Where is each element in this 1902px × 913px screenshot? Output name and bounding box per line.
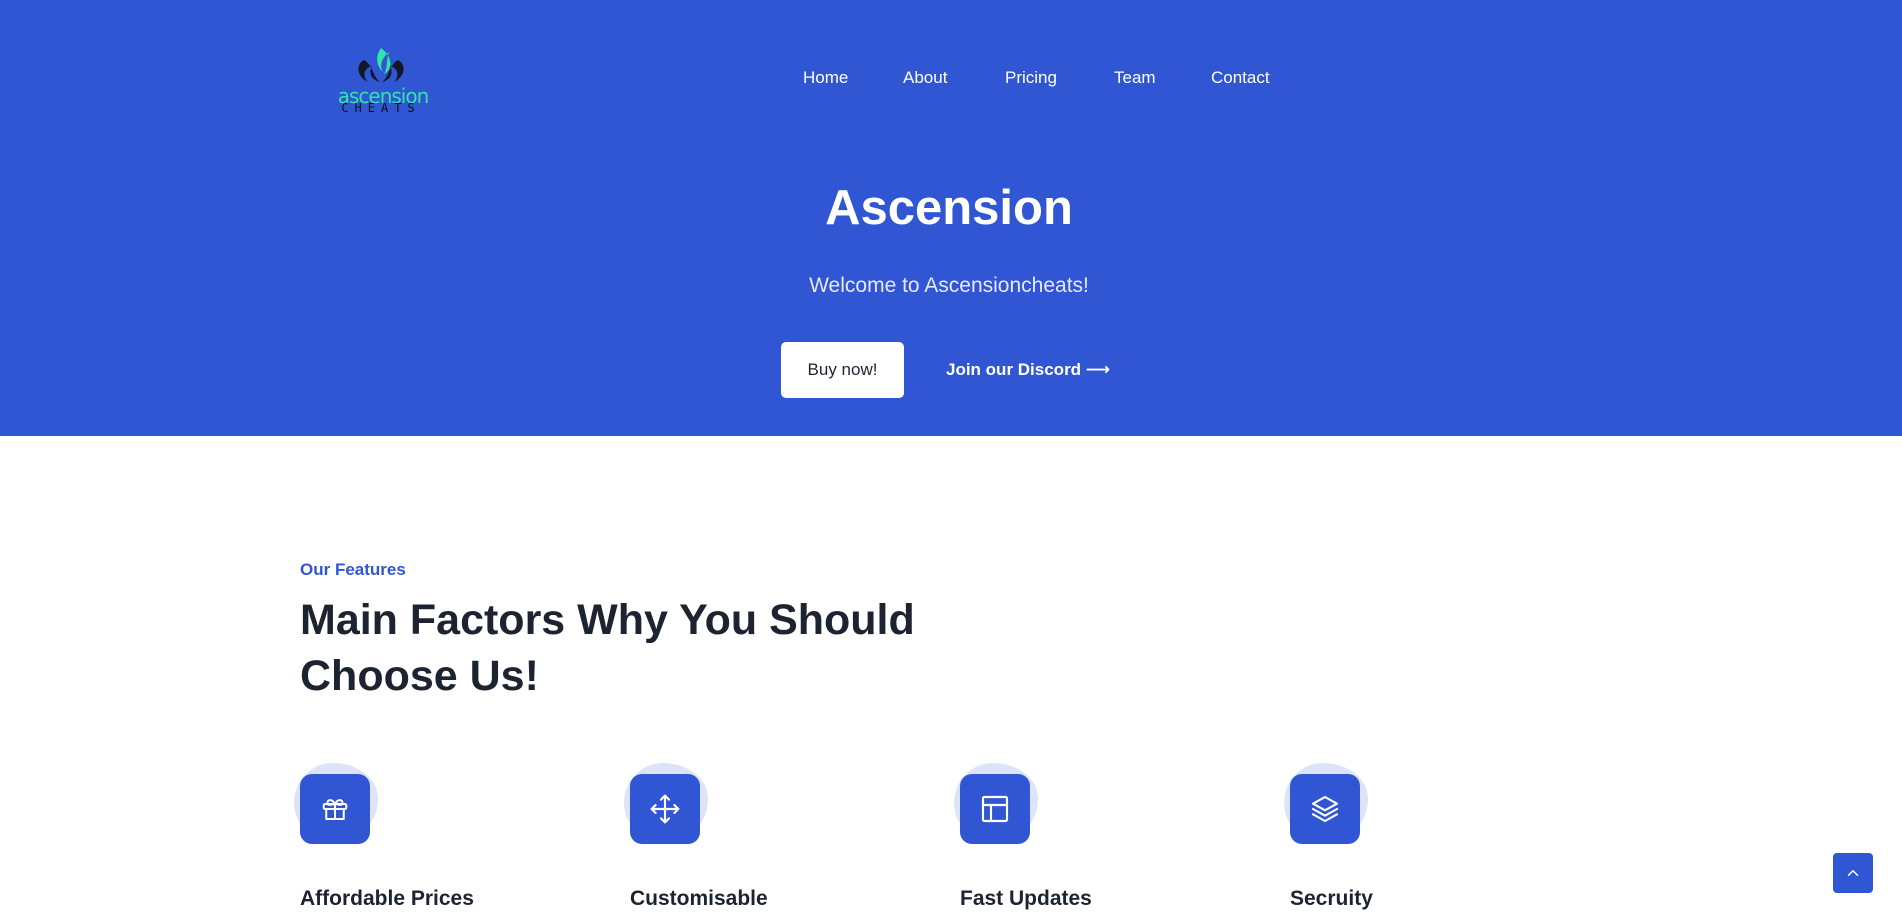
nav-pricing[interactable]: Pricing	[1005, 66, 1057, 90]
logo-subword: CHEATS	[341, 101, 421, 115]
feature-icon-box	[960, 774, 1030, 844]
feature-card: Customisable	[624, 763, 890, 913]
scroll-to-top-button[interactable]	[1833, 853, 1873, 893]
gift-icon	[322, 799, 348, 820]
feature-icon-box	[300, 774, 370, 844]
layers-icon	[1311, 795, 1339, 823]
feature-title: Fast Updates	[960, 887, 1092, 910]
hero-subtitle: Welcome to Ascensioncheats!	[809, 274, 1089, 297]
feature-card: Fast Updates	[954, 763, 1220, 913]
feature-title: Secruity	[1290, 887, 1373, 910]
feature-icon-box	[630, 774, 700, 844]
feature-title: Customisable	[630, 887, 768, 910]
buy-now-button[interactable]: Buy now!	[781, 342, 904, 398]
nav-about[interactable]: About	[903, 66, 947, 90]
section-kicker: Our Features	[300, 560, 406, 579]
hero-header: ascension CHEATS Home About Pricing Team…	[0, 0, 1902, 436]
feature-title: Affordable Prices	[300, 887, 474, 910]
join-discord-link[interactable]: Join our Discord ⟶	[946, 357, 1110, 383]
move-arrows-icon	[650, 794, 680, 824]
nav-contact[interactable]: Contact	[1211, 66, 1270, 90]
feature-icon-box	[1290, 774, 1360, 844]
nav-home[interactable]: Home	[803, 66, 848, 90]
main-nav: Home About Pricing Team Contact	[0, 66, 1902, 90]
hero-title: Ascension	[825, 181, 1073, 235]
feature-card: Affordable Prices	[294, 763, 560, 913]
nav-team[interactable]: Team	[1114, 66, 1156, 90]
layout-icon	[981, 795, 1009, 823]
feature-card: Secruity	[1284, 763, 1550, 913]
section-title: Main Factors Why You Should Choose Us!	[300, 596, 915, 700]
chevron-up-icon	[1847, 870, 1859, 876]
